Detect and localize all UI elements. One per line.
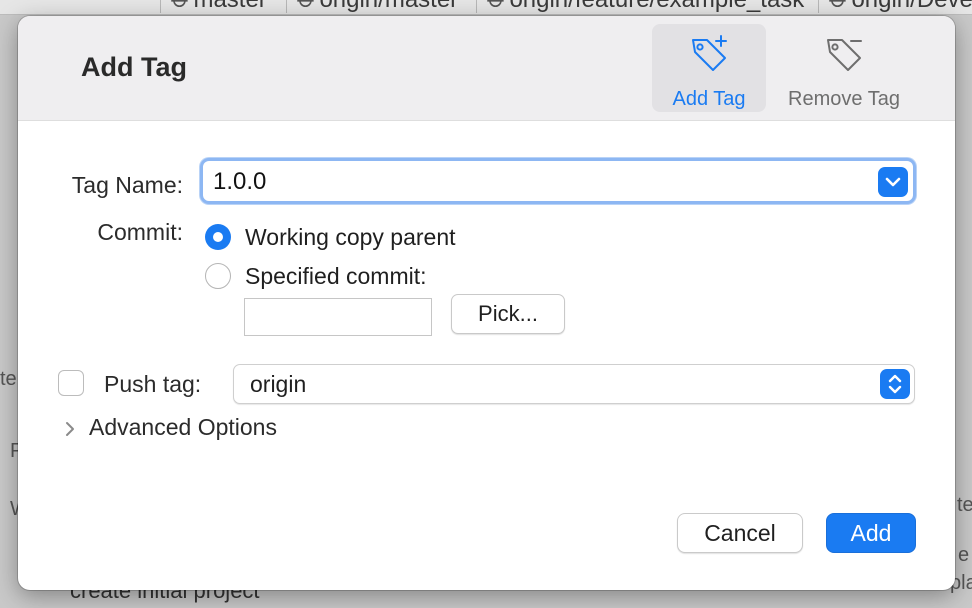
cancel-button[interactable]: Cancel: [677, 513, 803, 553]
push-tag-checkbox[interactable]: [58, 370, 84, 396]
advanced-options-toggle[interactable]: Advanced Options: [89, 414, 277, 441]
branch-chip[interactable]: ⌀origin/master: [286, 0, 468, 14]
background-fragment: e: [958, 544, 970, 566]
tag-minus-icon: [827, 39, 862, 71]
tag-icon: ⌀: [166, 0, 195, 14]
add-tag-dialog: Add Tag Add Tag Remove Tag Tag Name: 1.0…: [18, 16, 955, 590]
specified-commit-radio[interactable]: [205, 263, 231, 289]
branch-label: origin/feature/example_task: [509, 0, 804, 13]
chevron-right-icon[interactable]: [62, 418, 78, 440]
specified-commit-input[interactable]: [244, 298, 432, 336]
add-button[interactable]: Add: [826, 513, 916, 553]
branch-chip[interactable]: ⌀origin/feature/example_task: [476, 0, 814, 14]
background-fragment: te: [957, 494, 972, 516]
background-branch-bar: ⌀master ⌀origin/master ⌀origin/feature/e…: [0, 0, 972, 15]
working-copy-parent-radio[interactable]: [205, 224, 231, 250]
tag-name-input[interactable]: [213, 167, 853, 197]
dialog-header: Add Tag Add Tag Remove Tag: [18, 16, 955, 121]
branch-label: origin/Deve: [851, 0, 972, 13]
remove-tag-tool-button[interactable]: Remove Tag: [774, 24, 914, 112]
tag-name-label: Tag Name:: [71, 172, 183, 198]
remove-tag-tool-label: Remove Tag: [788, 88, 900, 110]
commit-label: Commit:: [97, 219, 183, 245]
tag-icon: ⌀: [824, 0, 853, 14]
push-tag-label[interactable]: Push tag:: [104, 371, 201, 398]
add-tag-tool-button[interactable]: Add Tag: [652, 24, 766, 112]
branch-chip[interactable]: ⌀master: [160, 0, 277, 14]
chevron-down-icon: [885, 177, 901, 187]
working-copy-parent-label[interactable]: Working copy parent: [245, 224, 456, 251]
specified-commit-label[interactable]: Specified commit:: [245, 263, 427, 290]
branch-label: origin/master: [319, 0, 458, 13]
remote-select[interactable]: origin: [233, 364, 915, 404]
background-fragment: te: [0, 368, 17, 390]
tag-plus-icon: [692, 35, 727, 71]
branch-chip[interactable]: ⌀origin/Deve: [818, 0, 972, 14]
dialog-title: Add Tag: [81, 52, 187, 82]
tag-name-dropdown-button[interactable]: [878, 167, 908, 197]
pick-commit-button[interactable]: Pick...: [451, 294, 565, 334]
remote-select-value: origin: [250, 371, 307, 397]
branch-label: master: [193, 0, 266, 13]
chevron-up-down-icon: [888, 374, 902, 394]
tag-icon: ⌀: [292, 0, 321, 14]
tag-name-combobox: [200, 158, 916, 204]
remote-select-stepper[interactable]: [880, 369, 910, 399]
add-tag-tool-label: Add Tag: [672, 88, 746, 110]
tag-icon: ⌀: [482, 0, 511, 14]
